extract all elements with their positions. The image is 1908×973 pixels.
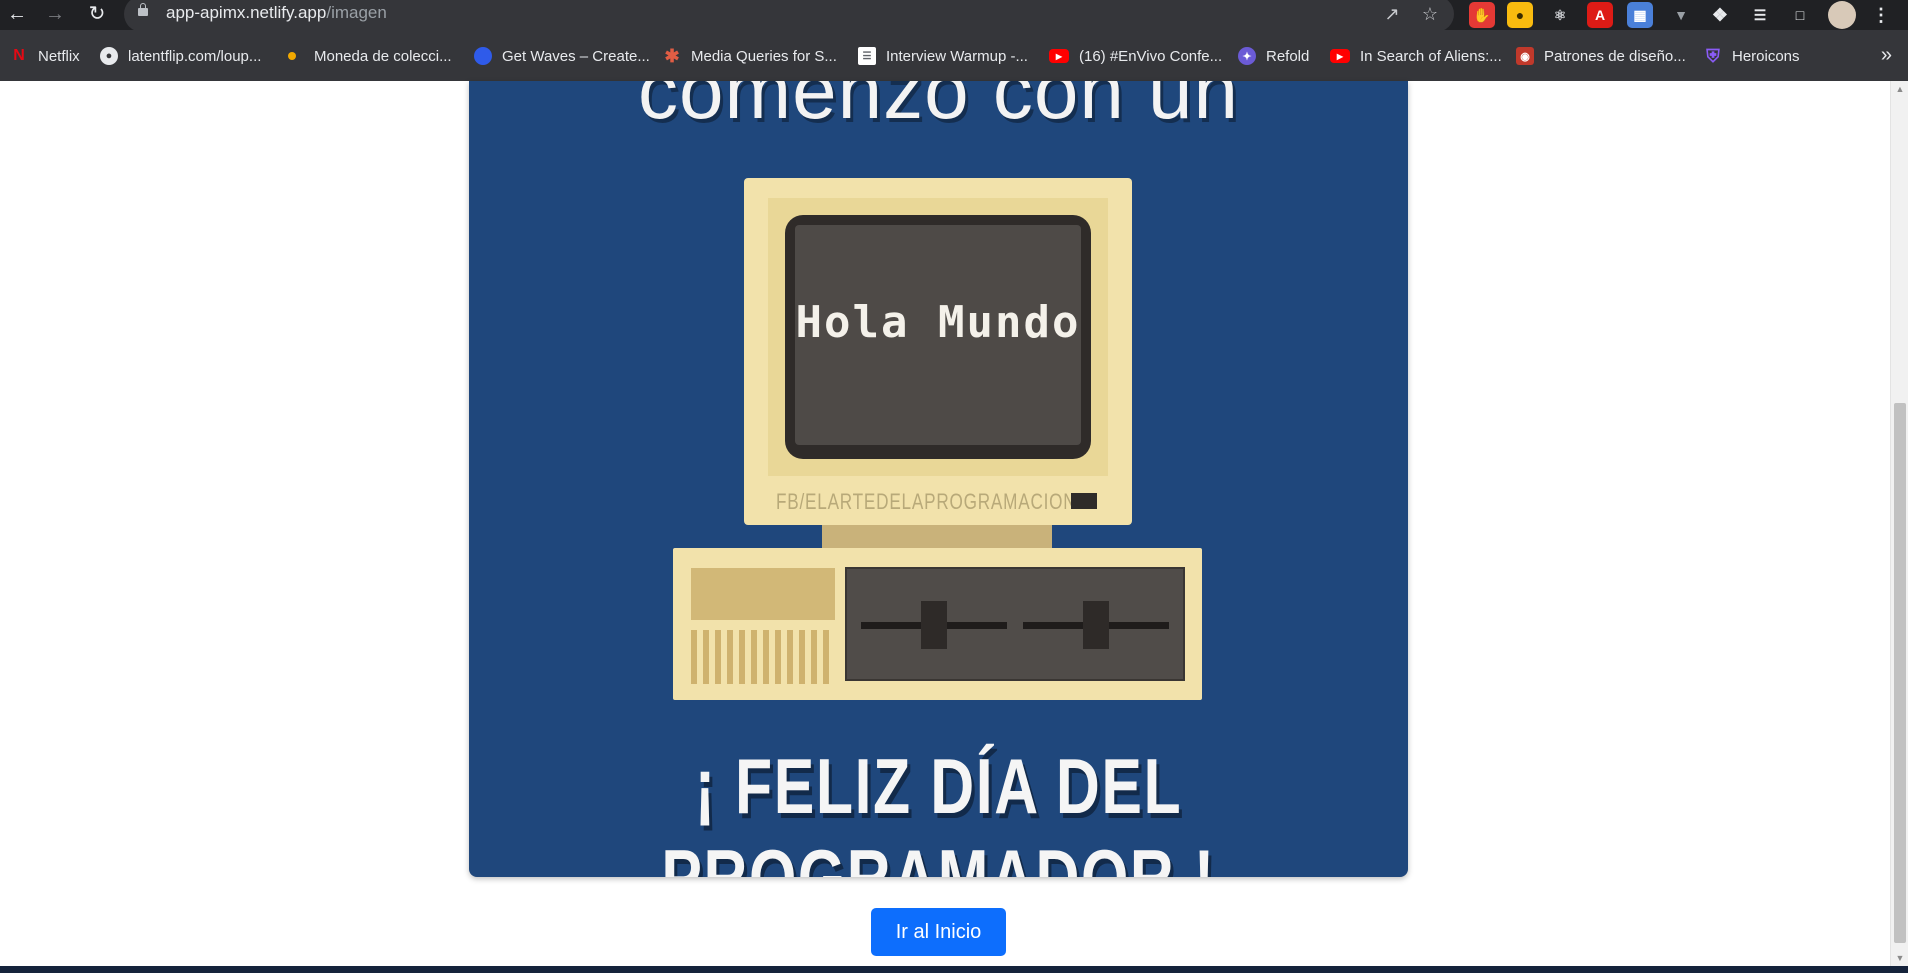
computer-case: [673, 548, 1202, 700]
bookmark-label: Media Queries for S...: [691, 47, 837, 65]
monitor-screen: Hola Mundo: [795, 225, 1081, 445]
scroll-down-icon[interactable]: ▼: [1891, 950, 1908, 966]
youtube-icon: ▶: [1049, 49, 1069, 63]
youtube-icon: ▶: [1330, 49, 1350, 63]
waves-icon: [474, 47, 492, 65]
taskbar-edge: [0, 966, 1908, 973]
bookmark-label: Patrones de diseño...: [1544, 47, 1686, 65]
url-text[interactable]: app-apimx.netlify.app/imagen: [166, 3, 387, 23]
bookmarks-bar: N Netflix ● latentflip.com/loup... Moned…: [0, 30, 1908, 82]
profile-avatar[interactable]: [1828, 1, 1856, 29]
screen-text: Hola Mundo: [795, 297, 1081, 348]
drive-latch: [1083, 601, 1109, 649]
scrollbar-thumb[interactable]: [1894, 403, 1906, 943]
brand-text: FB/ELARTEDELAPROGRAMACION: [776, 489, 1077, 514]
share-icon[interactable]: ↗: [1378, 0, 1406, 28]
chevron-double-right-icon[interactable]: »: [1881, 44, 1892, 67]
side-panel-icon[interactable]: □: [1787, 2, 1813, 28]
bookmark-label: Moneda de colecci...: [314, 47, 452, 65]
angular-devtools-icon[interactable]: A: [1587, 2, 1613, 28]
globe-icon: ●: [100, 47, 118, 65]
bookmark-get-waves[interactable]: Get Waves – Create...: [474, 44, 650, 68]
lock-icon: [138, 3, 148, 16]
page-viewport: comenzó con un Hola Mundo FB/ELARTEDELAP…: [0, 81, 1908, 966]
bookmark-label: Heroicons: [1732, 47, 1800, 65]
bookmark-label: Netflix: [38, 47, 80, 65]
asterisk-icon: ✱: [664, 45, 680, 66]
monitor-illustration: Hola Mundo FB/ELARTEDELAPROGRAMACION: [744, 178, 1132, 525]
bookmark-moneda[interactable]: Moneda de colecci...: [288, 44, 452, 68]
bookmark-label: Get Waves – Create...: [502, 47, 650, 65]
disk-drive-bay: [845, 567, 1185, 681]
extension-translate-icon[interactable]: ▦: [1627, 2, 1653, 28]
image-footer-text: ¡ FELIZ DÍA DEL PROGRAMADOR !: [661, 742, 1216, 877]
back-arrow-icon[interactable]: ←: [2, 0, 32, 30]
star-icon[interactable]: ☆: [1416, 0, 1444, 28]
refold-icon: ✦: [1238, 47, 1256, 65]
bookmark-label: latentflip.com/loup...: [128, 47, 262, 65]
more-menu-icon[interactable]: ⋮: [1868, 2, 1894, 28]
drive-latch: [921, 601, 947, 649]
image-headline: comenzó con un: [637, 81, 1240, 135]
case-vents: [691, 630, 835, 684]
bookmark-interview-warmup[interactable]: ☰ Interview Warmup -...: [858, 44, 1028, 68]
go-home-button[interactable]: Ir al Inicio: [871, 908, 1006, 956]
extension-keep-icon[interactable]: ●: [1507, 2, 1533, 28]
bookmark-label: Interview Warmup -...: [886, 47, 1028, 65]
vue-devtools-icon[interactable]: ▼: [1668, 2, 1694, 28]
bookmark-label: Refold: [1266, 47, 1310, 65]
scroll-up-icon[interactable]: ▲: [1891, 81, 1908, 97]
programmer-day-image: comenzó con un Hola Mundo FB/ELARTEDELAP…: [469, 81, 1408, 877]
url-path: /imagen: [326, 3, 387, 22]
document-icon: ☰: [858, 47, 876, 65]
bookmark-label: (16) #EnVivo Confe...: [1079, 47, 1223, 65]
react-devtools-icon[interactable]: ⚛: [1547, 2, 1573, 28]
bookmark-label: In Search of Aliens:...: [1360, 47, 1502, 65]
bookmark-in-search-of-aliens[interactable]: ▶ In Search of Aliens:...: [1330, 44, 1502, 68]
power-led: [1071, 493, 1097, 509]
coin-icon: [288, 52, 296, 60]
bookmark-heroicons[interactable]: ⛨ Heroicons: [1704, 44, 1800, 68]
shield-icon: ⛨: [1706, 45, 1720, 66]
forward-arrow-icon[interactable]: →: [40, 0, 70, 30]
raccoon-icon: ◉: [1516, 47, 1534, 65]
monitor-stand: [822, 525, 1052, 548]
url-host: app-apimx.netlify.app: [166, 3, 327, 22]
reload-icon[interactable]: ↻: [82, 0, 112, 30]
browser-toolbar: ← → ↻ app-apimx.netlify.app/imagen ↗ ☆ ✋…: [0, 0, 1908, 32]
extension-hand-icon[interactable]: ✋: [1469, 2, 1495, 28]
case-panel: [691, 568, 835, 620]
netflix-icon: N: [13, 47, 25, 64]
bookmark-latentflip[interactable]: ● latentflip.com/loup...: [100, 44, 261, 68]
reading-list-icon[interactable]: ☰: [1747, 2, 1773, 28]
bookmark-refold[interactable]: ✦ Refold: [1238, 44, 1309, 68]
address-bar[interactable]: app-apimx.netlify.app/imagen ↗ ☆: [124, 0, 1454, 32]
bookmark-media-queries[interactable]: ✱ Media Queries for S...: [663, 44, 837, 68]
extensions-icon[interactable]: ❖: [1707, 2, 1733, 28]
bookmark-envivo[interactable]: ▶ (16) #EnVivo Confe...: [1049, 44, 1222, 68]
bookmark-netflix[interactable]: N Netflix: [10, 44, 80, 68]
bookmark-patrones[interactable]: ◉ Patrones de diseño...: [1516, 44, 1686, 68]
vertical-scrollbar[interactable]: ▲ ▼: [1890, 81, 1908, 966]
